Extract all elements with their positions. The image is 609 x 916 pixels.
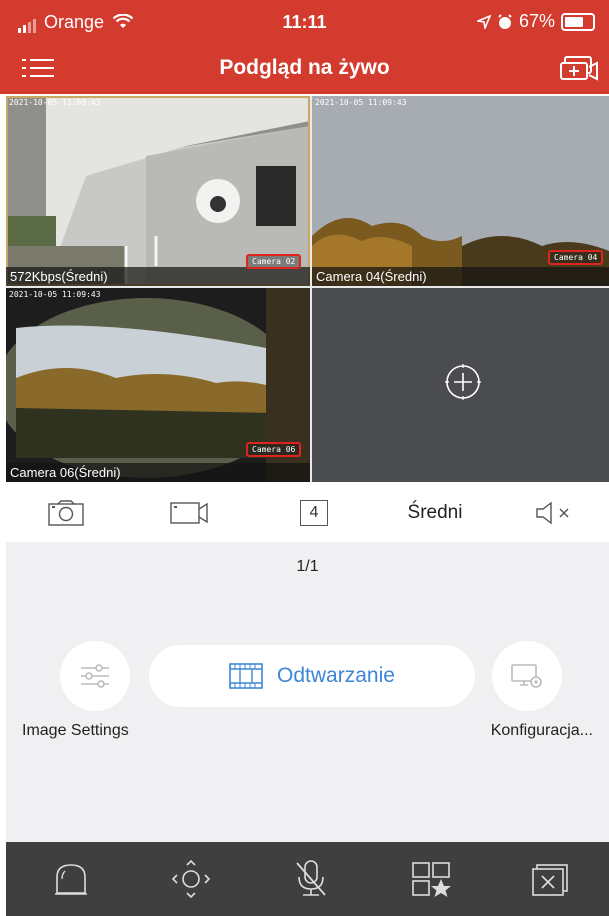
battery-icon xyxy=(561,12,595,31)
camera-name-tag: Camera 02 xyxy=(246,254,302,269)
quality-label: Średni xyxy=(407,502,463,523)
camera-icon xyxy=(48,500,84,526)
camera-label: Camera 06(Średni) xyxy=(6,463,310,482)
video-record-icon xyxy=(170,502,208,524)
image-settings-label[interactable]: Image Settings xyxy=(22,722,129,740)
location-arrow-icon xyxy=(476,14,491,29)
add-camera-icon[interactable] xyxy=(443,362,483,402)
camera-timestamp: 2021-10-05 11:09:43 xyxy=(9,290,101,299)
sliders-icon xyxy=(81,664,109,688)
page-title: Podgląd na żywo xyxy=(219,56,390,79)
camera-label: Camera 04(Średni) xyxy=(312,267,609,286)
alarm-clock-icon xyxy=(498,13,512,29)
camera-view-1[interactable]: 2021-10-05 11:09:43 572Kbps(Średni) Came… xyxy=(6,96,310,286)
close-all-icon[interactable] xyxy=(511,842,591,916)
playback-label: Odtwarzanie xyxy=(277,664,395,687)
camera-name-tag: Camera 06 xyxy=(246,442,302,457)
camera-name-tag: Camera 04 xyxy=(548,250,604,265)
live-toolbar: 4 Średni xyxy=(0,484,609,542)
record-button[interactable] xyxy=(160,484,220,542)
camera-timestamp: 2021-10-05 11:09:43 xyxy=(315,98,407,107)
nav-bar: Podgląd na żywo xyxy=(0,44,609,94)
camera-timestamp: 2021-10-05 11:09:43 xyxy=(9,98,101,107)
speaker-muted-icon xyxy=(536,501,569,525)
split-count: 4 xyxy=(300,500,328,526)
playback-button[interactable]: Odtwarzanie xyxy=(149,645,475,707)
remote-config-button[interactable] xyxy=(492,641,562,711)
quality-button[interactable]: Średni xyxy=(380,484,490,542)
microphone-off-icon[interactable] xyxy=(271,842,351,916)
camera-view-2[interactable]: 2021-10-05 11:09:43 Camera 04(Średni) Ca… xyxy=(312,96,609,286)
status-bar: Orange 11:11 67% xyxy=(0,0,609,44)
ptz-icon[interactable] xyxy=(151,842,231,916)
status-right: 67% xyxy=(476,11,595,32)
image-settings-button[interactable] xyxy=(60,641,130,711)
film-strip-icon xyxy=(229,663,263,689)
config-label[interactable]: Konfiguracja... xyxy=(491,722,593,740)
bottom-tab-bar xyxy=(6,842,609,916)
control-panel: 1/1 Odtwarzanie Image Settings Konfigura… xyxy=(6,542,609,842)
snapshot-button[interactable] xyxy=(36,484,96,542)
empty-camera-slot[interactable] xyxy=(312,288,609,482)
split-screen-button[interactable]: 4 xyxy=(284,484,344,542)
camera-grid: 2021-10-05 11:09:43 572Kbps(Średni) Came… xyxy=(6,96,609,482)
alarm-light-icon[interactable] xyxy=(31,842,111,916)
camera-view-3[interactable]: 2021-10-05 11:09:43 Camera 06(Średni) Ca… xyxy=(6,288,310,482)
page-indicator: 1/1 xyxy=(296,558,319,575)
mute-button[interactable] xyxy=(525,484,585,542)
favorites-icon[interactable] xyxy=(391,842,471,916)
monitor-settings-icon xyxy=(511,664,542,688)
battery-percent: 67% xyxy=(518,11,555,31)
add-screen-icon[interactable] xyxy=(559,53,599,85)
camera-label: 572Kbps(Średni) xyxy=(6,267,310,286)
